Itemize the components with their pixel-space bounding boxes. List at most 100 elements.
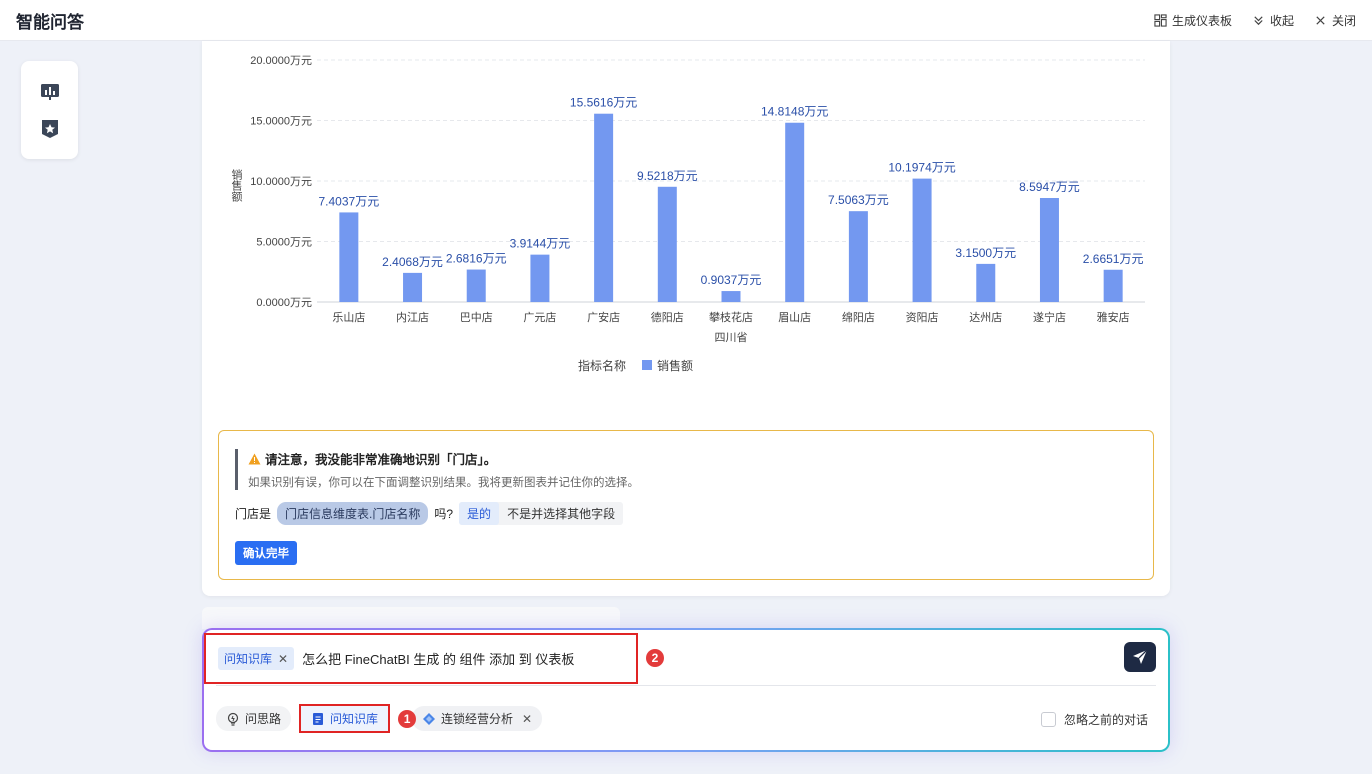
chat-input-inner: 问知识库 ✕ 怎么把 FineChatBI 生成 的 组件 添加 到 仪表板 2… <box>204 630 1168 750</box>
chip-remove-icon[interactable]: ✕ <box>278 652 288 666</box>
bar <box>403 272 423 302</box>
legend-swatch <box>642 360 652 370</box>
input-toolbar: 问思路 问知识库 1 连锁经营分析 ✕ <box>216 704 543 733</box>
confirm-button[interactable]: 确认完毕 <box>235 541 297 565</box>
recognition-notice: 请注意，我没能非常准确地识别「门店」。 如果识别有误，你可以在下面调整识别结果。… <box>218 430 1154 580</box>
option-choose-other[interactable]: 不是并选择其他字段 <box>499 502 623 525</box>
answer-card: 0.0000万元 5.0000万元 10.0000万元 15.0000万元 20.000… <box>202 41 1170 596</box>
y-tick-label: 0.0000万元 <box>256 297 312 309</box>
send-icon <box>1133 649 1148 664</box>
favorites-tool[interactable] <box>39 118 61 140</box>
knowledge-base-chip[interactable]: 问知识库 ✕ <box>218 647 295 670</box>
data-label: 14.8148万元 <box>761 105 828 119</box>
data-label: 9.5218万元 <box>637 169 698 183</box>
notice-subtitle: 如果识别有误，你可以在下面调整识别结果。我将更新图表并记住你的选择。 <box>248 477 639 489</box>
app-title: 智能问答 <box>16 12 84 32</box>
data-label: 2.4068万元 <box>382 255 443 269</box>
side-toolbar <box>21 61 78 159</box>
bar <box>976 263 996 302</box>
data-label: 7.5063万元 <box>828 193 889 207</box>
previous-message-strip <box>202 607 620 629</box>
field-option-group: 是的 不是并选择其他字段 <box>459 502 624 525</box>
double-chevron-down-icon <box>1254 15 1263 25</box>
send-button[interactable] <box>1124 642 1156 672</box>
field-prefix: 门店是 <box>235 507 272 521</box>
diamond-icon <box>423 712 436 725</box>
annotation-badge-1: 1 <box>398 709 417 728</box>
bar <box>657 186 677 302</box>
y-tick-label: 10.0000万元 <box>250 176 312 188</box>
ask-knowledge-base-label: 问知识库 <box>330 712 379 726</box>
field-confirm-row: 门店是 门店信息维度表.门店名称 吗? 是的 不是并选择其他字段 <box>235 502 1137 525</box>
ignore-history-label: 忽略之前的对话 <box>1063 713 1148 727</box>
chat-input-panel: 问知识库 ✕ 怎么把 FineChatBI 生成 的 组件 添加 到 仪表板 2… <box>202 628 1170 752</box>
star-badge-icon <box>41 119 58 138</box>
close-label: 关闭 <box>1331 13 1356 28</box>
close-icon <box>1316 15 1325 25</box>
collapse-label: 收起 <box>1269 13 1294 28</box>
ignore-history-option: 忽略之前的对话 <box>1040 711 1148 728</box>
query-input[interactable]: 问知识库 ✕ 怎么把 FineChatBI 生成 的 组件 添加 到 仪表板 <box>204 633 638 684</box>
ask-approach-button[interactable]: 问思路 <box>216 706 292 731</box>
notice-title: 请注意，我没能非常准确地识别「门店」。 <box>248 449 1137 468</box>
x-tick-label: 遂宁店 <box>1033 310 1066 324</box>
generate-dashboard-button[interactable]: 生成仪表板 <box>1154 12 1232 29</box>
data-label: 0.9037万元 <box>701 273 762 287</box>
legend-label: 销售额 <box>657 358 693 373</box>
x-tick-label: 眉山店 <box>778 310 811 324</box>
legend-title: 指标名称 <box>578 358 626 373</box>
x-tick-label: 乐山店 <box>332 310 365 324</box>
data-label: 3.1500万元 <box>955 246 1016 260</box>
bar <box>1039 198 1059 302</box>
ask-knowledge-base-button[interactable]: 问知识库 <box>299 704 391 733</box>
chart-board-tool[interactable] <box>39 81 61 103</box>
ask-approach-label: 问思路 <box>245 712 282 726</box>
data-label: 10.1974万元 <box>888 161 955 175</box>
bar <box>594 113 614 302</box>
annotation-badge-2: 2 <box>646 649 664 667</box>
knowledge-base-chip-label: 问知识库 <box>224 652 273 666</box>
option-yes[interactable]: 是的 <box>459 502 500 525</box>
x-tick-label: 绵阳店 <box>842 310 875 324</box>
recognized-field-chip[interactable]: 门店信息维度表.门店名称 <box>277 502 429 525</box>
data-label: 7.4037万元 <box>318 194 379 208</box>
app-header: 智能问答 生成仪表板 收起 关闭 <box>0 0 1372 41</box>
data-label: 3.9144万元 <box>510 237 571 251</box>
x-tick-label: 广安店 <box>587 310 620 324</box>
x-tick-label: 德阳店 <box>651 310 684 324</box>
dashboard-grid-icon <box>1154 13 1167 27</box>
chart-board-icon <box>40 83 59 100</box>
y-tick-label: 20.0000万元 <box>250 55 312 67</box>
bar <box>466 269 486 302</box>
x-tick-label: 广元店 <box>523 310 556 324</box>
input-divider <box>216 685 1156 686</box>
notice-title-text: 请注意，我没能非常准确地识别「门店」。 <box>265 453 497 467</box>
x-tick-label: 资阳店 <box>906 310 939 324</box>
field-question: 吗? <box>434 507 454 521</box>
document-icon <box>313 712 324 725</box>
close-button[interactable]: 关闭 <box>1314 12 1356 29</box>
x-tick-label: 达州店 <box>969 310 1002 324</box>
data-label: 2.6651万元 <box>1083 252 1144 266</box>
bar <box>848 211 868 302</box>
ignore-history-checkbox[interactable] <box>1040 712 1056 727</box>
bar <box>785 122 805 302</box>
y-tick-label: 15.0000万元 <box>250 116 312 128</box>
x-tick-label: 巴中店 <box>460 310 493 324</box>
bar <box>530 254 550 302</box>
y-tick-label: 5.0000万元 <box>256 237 312 249</box>
data-label: 15.5616万元 <box>570 96 637 110</box>
x-tick-label: 攀枝花店 <box>709 310 753 324</box>
collapse-button[interactable]: 收起 <box>1252 12 1294 29</box>
lightbulb-icon <box>227 712 239 726</box>
bar <box>339 212 359 302</box>
query-text: 怎么把 FineChatBI 生成 的 组件 添加 到 仪表板 <box>302 652 575 667</box>
x-tick-label: 雅安店 <box>1097 310 1130 324</box>
bar <box>721 291 741 302</box>
chain-analysis-chip[interactable]: 连锁经营分析 ✕ <box>412 706 543 731</box>
header-actions: 生成仪表板 收起 关闭 <box>1154 12 1356 29</box>
chain-analysis-remove-icon[interactable]: ✕ <box>522 712 532 726</box>
warning-icon <box>248 453 261 464</box>
bar <box>912 178 932 302</box>
y-axis-label: 销售额 <box>230 168 243 203</box>
